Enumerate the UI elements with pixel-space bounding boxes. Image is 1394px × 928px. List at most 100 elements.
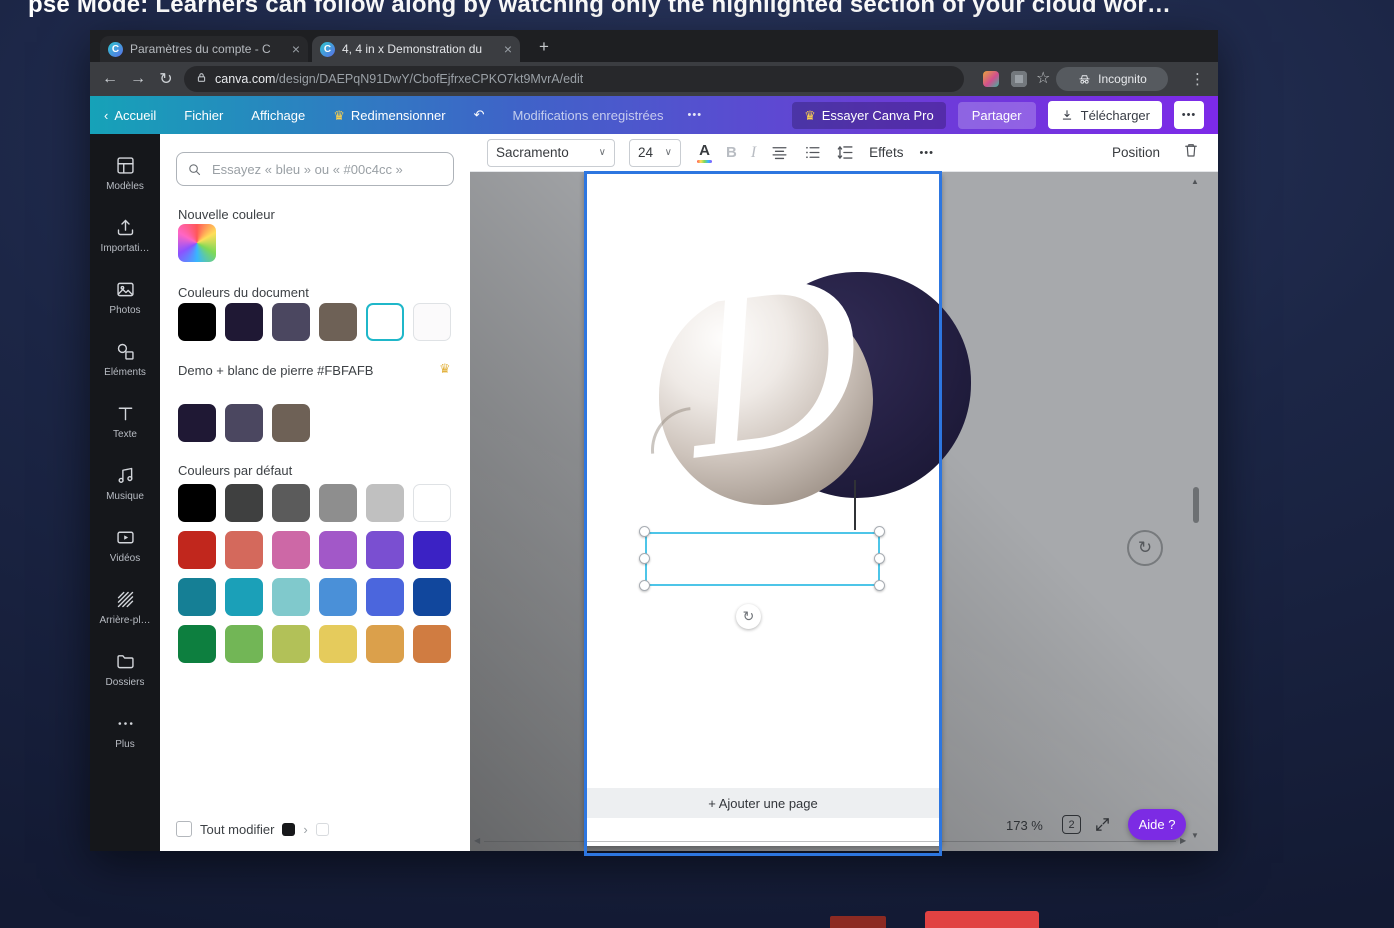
zoom-level[interactable]: 173 % — [1006, 818, 1043, 833]
color-swatch[interactable] — [272, 303, 310, 341]
spacing-button[interactable] — [836, 143, 855, 162]
alignment-button[interactable] — [770, 143, 789, 162]
home-button[interactable]: ‹ Accueil — [104, 108, 156, 123]
slide-button-primary[interactable] — [925, 911, 1039, 928]
italic-button[interactable]: I — [751, 144, 756, 162]
color-swatch[interactable] — [319, 625, 357, 663]
text-color-button[interactable]: A — [697, 143, 712, 163]
page-count-button[interactable]: 2 — [1062, 815, 1081, 834]
sidebar-item-more[interactable]: Plus — [90, 700, 160, 762]
add-page-button[interactable]: + Ajouter une page — [585, 788, 941, 818]
header-more-icon[interactable]: ••• — [688, 109, 703, 121]
try-pro-button[interactable]: ♛ Essayer Canva Pro — [792, 101, 946, 129]
color-swatch[interactable] — [366, 531, 404, 569]
sidebar-item-videos[interactable]: Vidéos — [90, 514, 160, 576]
refresh-button[interactable]: ↻ — [1127, 530, 1163, 566]
view-menu[interactable]: Affichage — [251, 108, 305, 123]
color-swatch[interactable] — [225, 303, 263, 341]
bookmark-star-icon[interactable]: ☆ — [1036, 68, 1050, 88]
browser-tab-design[interactable]: C 4, 4 in x Demonstration du × — [312, 36, 520, 62]
download-button[interactable]: Télécharger — [1047, 101, 1162, 129]
position-button[interactable]: Position — [1112, 145, 1160, 160]
scroll-up-icon[interactable]: ▲ — [1191, 178, 1199, 186]
scroll-down-icon[interactable]: ▼ — [1191, 832, 1199, 840]
color-swatch[interactable] — [178, 625, 216, 663]
color-swatch[interactable] — [413, 484, 451, 522]
color-swatch[interactable] — [178, 303, 216, 341]
header-overflow-button[interactable]: ••• — [1174, 101, 1204, 129]
list-button[interactable] — [803, 143, 822, 162]
color-swatch[interactable] — [413, 578, 451, 616]
color-swatch[interactable] — [225, 578, 263, 616]
undo-button[interactable]: ↶ — [474, 107, 485, 123]
help-button[interactable]: Aide ? — [1128, 809, 1186, 840]
color-swatch[interactable] — [366, 625, 404, 663]
url-field[interactable]: canva.com/design/DAEPqN91DwY/CbofEjfrxeC… — [184, 66, 964, 92]
resize-button[interactable]: ♛ Redimensionner — [333, 108, 445, 123]
color-swatch[interactable] — [225, 531, 263, 569]
color-swatch[interactable] — [413, 303, 451, 341]
selection-handle-mr[interactable] — [874, 553, 885, 564]
design-page[interactable]: D ↻ + Ajouter une page — [584, 174, 971, 846]
color-swatch[interactable] — [272, 578, 310, 616]
selection-handle-bl[interactable] — [639, 580, 650, 591]
color-swatch[interactable] — [366, 578, 404, 616]
reload-icon[interactable]: ↻ — [152, 69, 180, 89]
color-swatch[interactable] — [178, 404, 216, 442]
color-swatch[interactable] — [225, 404, 263, 442]
share-button[interactable]: Partager — [957, 101, 1036, 129]
sidebar-item-text[interactable]: Texte — [90, 390, 160, 452]
selection-handle-br[interactable] — [874, 580, 885, 591]
color-swatch[interactable] — [366, 484, 404, 522]
color-swatch[interactable] — [319, 578, 357, 616]
monogram-letter[interactable]: D — [627, 225, 927, 516]
sidebar-item-templates[interactable]: Modèles — [90, 142, 160, 204]
color-swatch-selected[interactable] — [366, 303, 404, 341]
vertical-scrollbar-thumb[interactable] — [1193, 487, 1199, 523]
forward-icon[interactable]: → — [124, 70, 152, 88]
color-swatch[interactable] — [272, 531, 310, 569]
sidebar-item-background[interactable]: Arrière-pl… — [90, 576, 160, 638]
sidebar-item-elements[interactable]: Éléments — [90, 328, 160, 390]
selection-handle-ml[interactable] — [639, 553, 650, 564]
color-swatch[interactable] — [225, 484, 263, 522]
color-swatch[interactable] — [272, 404, 310, 442]
color-swatch[interactable] — [225, 625, 263, 663]
back-icon[interactable]: ← — [96, 70, 124, 88]
sidebar-item-uploads[interactable]: Importati… — [90, 204, 160, 266]
design-canvas[interactable]: D ↻ + Ajouter une page ↻ 173 % 2 Aide ? … — [470, 172, 1218, 851]
color-swatch[interactable] — [319, 531, 357, 569]
color-swatch[interactable] — [178, 578, 216, 616]
bold-button[interactable]: B — [726, 144, 737, 161]
delete-icon[interactable] — [1182, 141, 1200, 164]
fullscreen-icon[interactable] — [1094, 816, 1111, 833]
color-swatch[interactable] — [319, 484, 357, 522]
toolbar-more-icon[interactable]: ••• — [919, 147, 934, 159]
slide-button-secondary[interactable] — [830, 916, 886, 928]
selection-handle-tl[interactable] — [639, 526, 650, 537]
color-swatch[interactable] — [272, 625, 310, 663]
modify-all-checkbox[interactable] — [176, 821, 192, 837]
line-element[interactable] — [854, 480, 856, 530]
sidebar-item-folders[interactable]: Dossiers — [90, 638, 160, 700]
color-swatch[interactable] — [413, 531, 451, 569]
file-menu[interactable]: Fichier — [184, 108, 223, 123]
selection-handle-tr[interactable] — [874, 526, 885, 537]
effects-button[interactable]: Effets — [869, 145, 903, 160]
search-input[interactable] — [210, 160, 443, 178]
color-swatch[interactable] — [178, 531, 216, 569]
close-tab-icon[interactable]: × — [292, 42, 300, 56]
color-swatch[interactable] — [178, 484, 216, 522]
font-size-select[interactable]: 24 ∨ — [629, 138, 681, 167]
close-tab-icon[interactable]: × — [504, 42, 512, 56]
add-new-color-swatch[interactable] — [178, 224, 216, 262]
sidebar-item-photos[interactable]: Photos — [90, 266, 160, 328]
color-swatch[interactable] — [319, 303, 357, 341]
color-swatch[interactable] — [413, 625, 451, 663]
scroll-right-icon[interactable]: ▶ — [1180, 837, 1186, 845]
sidebar-item-music[interactable]: Musique — [90, 452, 160, 514]
font-family-select[interactable]: Sacramento ∨ — [487, 138, 615, 167]
rotate-handle[interactable]: ↻ — [736, 604, 761, 629]
color-search[interactable] — [176, 152, 454, 186]
extension-icon-2[interactable] — [1011, 71, 1027, 87]
